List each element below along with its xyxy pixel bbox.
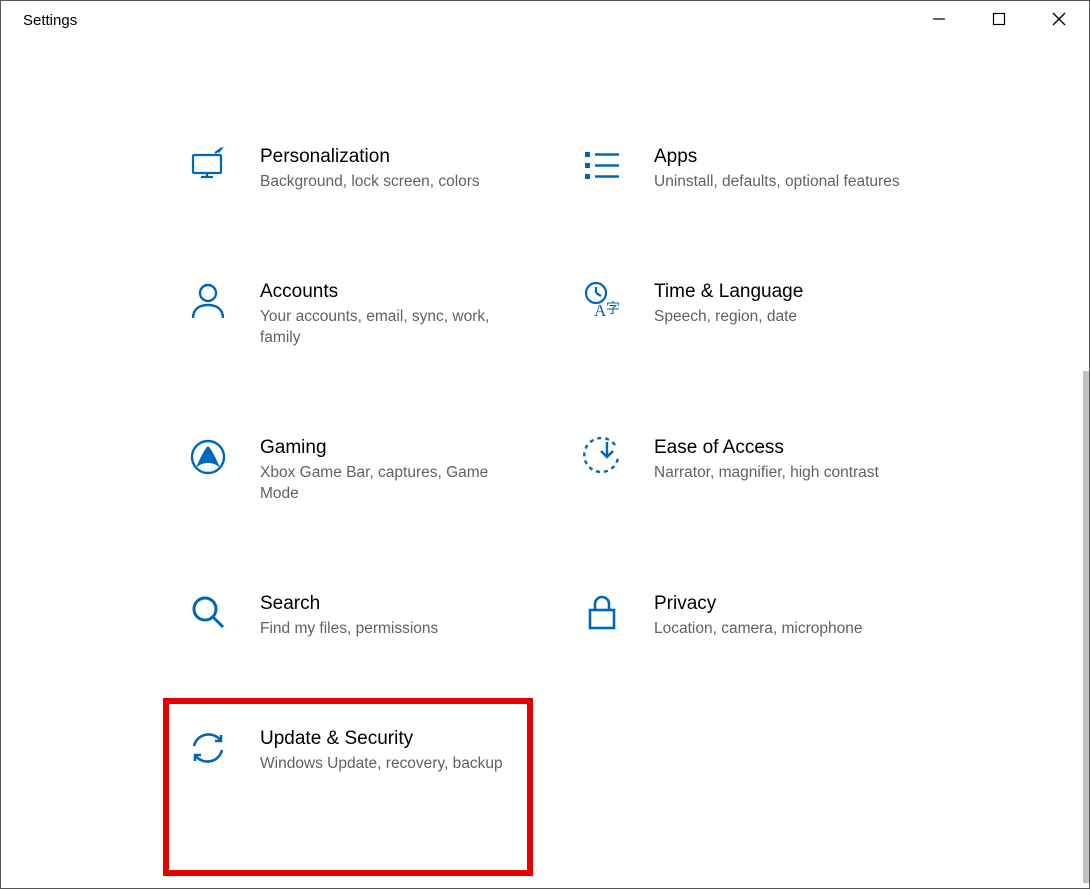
item-title: Privacy — [654, 593, 924, 615]
maximize-button[interactable] — [969, 1, 1029, 37]
title-bar: Settings — [1, 1, 1089, 41]
minimize-icon — [932, 12, 946, 26]
settings-item-time-language[interactable]: A 字 Time & Language Speech, region, date — [577, 276, 927, 331]
item-subtitle: Background, lock screen, colors — [260, 172, 510, 193]
window-controls — [909, 1, 1089, 37]
close-icon — [1051, 11, 1067, 27]
settings-item-apps[interactable]: Apps Uninstall, defaults, optional featu… — [577, 141, 927, 196]
item-subtitle: Uninstall, defaults, optional features — [654, 172, 904, 193]
close-button[interactable] — [1029, 1, 1089, 37]
gaming-icon — [186, 435, 230, 479]
item-title: Time & Language — [654, 281, 924, 303]
accounts-icon — [186, 279, 230, 323]
time-language-icon: A 字 — [580, 279, 624, 323]
svg-text:字: 字 — [606, 301, 620, 317]
settings-item-ease-of-access[interactable]: Ease of Access Narrator, magnifier, high… — [577, 432, 927, 487]
item-subtitle: Location, camera, microphone — [654, 619, 904, 640]
item-subtitle: Narrator, magnifier, high contrast — [654, 463, 904, 484]
settings-item-accounts[interactable]: Accounts Your accounts, email, sync, wor… — [183, 276, 533, 352]
settings-item-privacy[interactable]: Privacy Location, camera, microphone — [577, 588, 927, 643]
item-title: Search — [260, 593, 530, 615]
item-subtitle: Speech, region, date — [654, 307, 904, 328]
item-title: Gaming — [260, 437, 530, 459]
ease-of-access-icon — [580, 435, 624, 479]
settings-item-search[interactable]: Search Find my files, permissions — [183, 588, 533, 643]
scrollbar[interactable] — [1083, 371, 1089, 883]
item-title: Personalization — [260, 146, 530, 168]
item-title: Apps — [654, 146, 924, 168]
personalization-icon — [186, 144, 230, 188]
item-subtitle: Windows Update, recovery, backup — [260, 754, 510, 775]
settings-grid: Personalization Background, lock screen,… — [1, 41, 1089, 777]
item-subtitle: Find my files, permissions — [260, 619, 510, 640]
item-title: Update & Security — [260, 728, 530, 750]
minimize-button[interactable] — [909, 1, 969, 37]
window-title: Settings — [23, 1, 77, 29]
search-icon — [186, 591, 230, 635]
settings-item-update-security[interactable]: Update & Security Windows Update, recove… — [183, 723, 533, 778]
settings-item-gaming[interactable]: Gaming Xbox Game Bar, captures, Game Mod… — [183, 432, 533, 508]
update-security-icon — [186, 726, 230, 770]
item-title: Accounts — [260, 281, 530, 303]
privacy-icon — [580, 591, 624, 635]
apps-icon — [580, 144, 624, 188]
settings-item-personalization[interactable]: Personalization Background, lock screen,… — [183, 141, 533, 196]
maximize-icon — [992, 12, 1006, 26]
item-title: Ease of Access — [654, 437, 924, 459]
item-subtitle: Your accounts, email, sync, work, family — [260, 307, 510, 349]
item-subtitle: Xbox Game Bar, captures, Game Mode — [260, 463, 510, 505]
